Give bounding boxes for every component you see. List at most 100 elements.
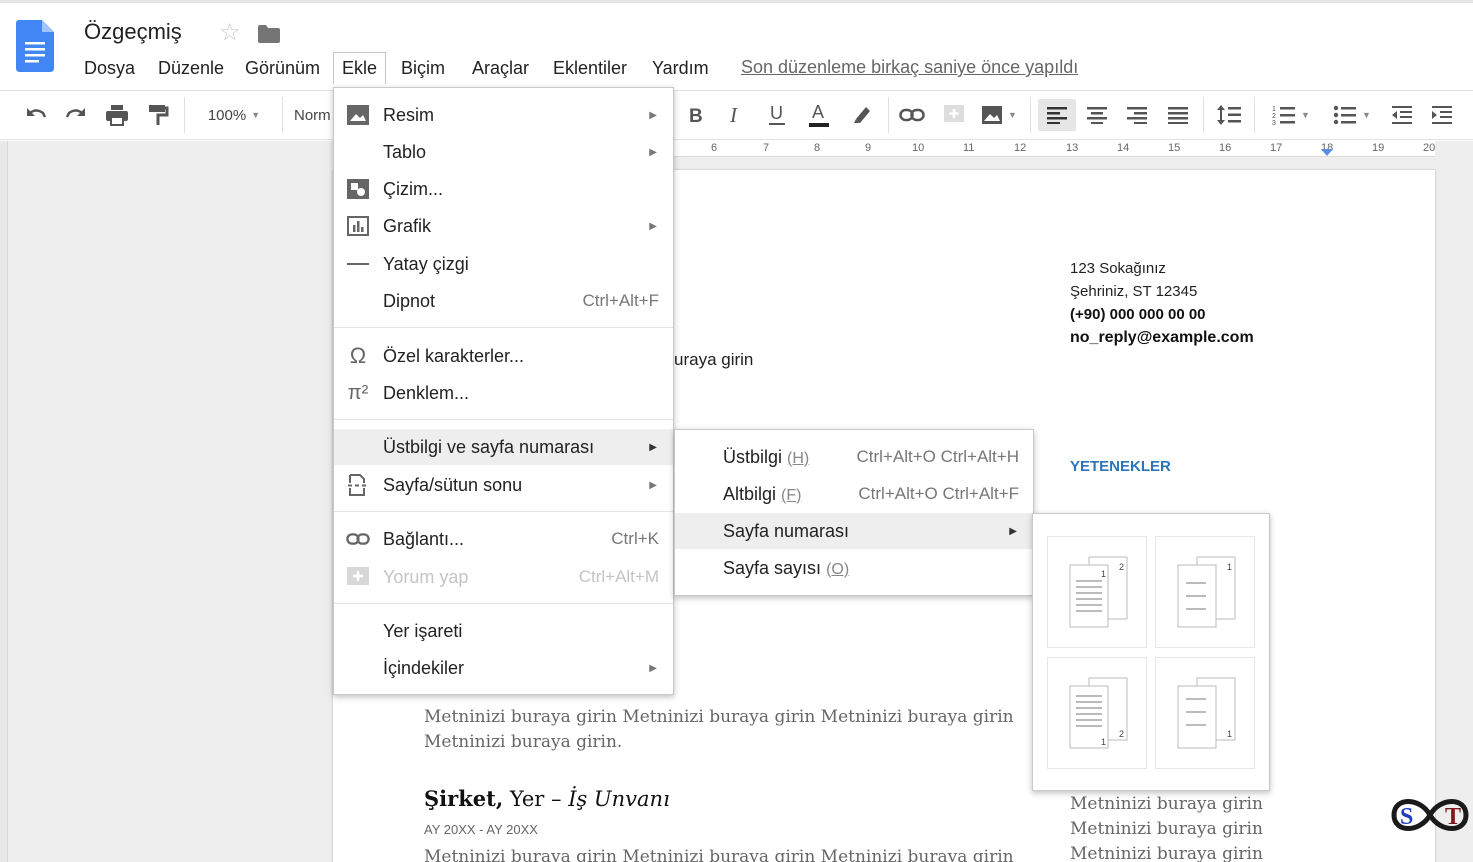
menu-item-label: Sayfa numarası (723, 520, 850, 541)
underline-icon[interactable]: U (761, 99, 793, 131)
menu-eklentiler[interactable]: Eklentiler (553, 56, 627, 80)
numbered-list-icon[interactable]: 1 2 3 ▼ (1262, 99, 1320, 131)
justify-icon[interactable] (1162, 99, 1194, 131)
google-docs-icon[interactable] (16, 20, 54, 72)
toolbar-separator (1203, 97, 1204, 133)
page-number-option-header-skip-first[interactable]: 1 (1155, 536, 1255, 648)
paint-format-icon[interactable] (142, 99, 174, 131)
page-number-option-header-all[interactable]: 2 1 (1047, 536, 1147, 648)
submenu-item-ustbilgi[interactable]: Üstbilgi (H) Ctrl+Alt+O Ctrl+Alt+H (675, 439, 1033, 475)
menu-item-shortcut: Ctrl+K (611, 529, 659, 548)
menu-item-baglanti[interactable]: Bağlantı... Ctrl+K (334, 521, 673, 557)
submenu-item-sayfa-sayisi[interactable]: Sayfa sayısı (O) (675, 550, 1033, 586)
menu-item-dipnot[interactable]: Dipnot Ctrl+Alt+F (334, 283, 673, 319)
menu-dosya[interactable]: Dosya (84, 56, 135, 80)
page-number-header-all-icon: 2 1 (1069, 556, 1128, 628)
menu-item-ozel-karakterler[interactable]: Ω Özel karakterler... (334, 338, 673, 374)
menu-item-sayfa-sutun-sonu[interactable]: Sayfa/sütun sonu ▶ (334, 467, 673, 503)
body-text: Metninizi buraya girin Metninizi buraya … (424, 847, 1014, 862)
menu-item-yer-isareti[interactable]: Yer işareti (334, 613, 673, 649)
menu-item-label: Üstbilgi ve sayfa numarası (383, 436, 595, 457)
highlight-icon[interactable] (846, 99, 878, 131)
bold-icon[interactable]: B (680, 99, 712, 131)
zoom-value: 100% (207, 106, 247, 124)
page-number-option-footer-skip-first[interactable]: 1 (1155, 657, 1255, 769)
italic-icon[interactable]: I (720, 99, 752, 131)
menu-item-tablo[interactable]: Tablo ▶ (334, 134, 673, 170)
ruler-label: 13 (1066, 142, 1079, 154)
page-number-option-footer-all[interactable]: 2 1 (1047, 657, 1147, 769)
menu-item-ustbilgi-ve-sayfa-numarasi[interactable]: Üstbilgi ve sayfa numarası ▶ (334, 429, 673, 465)
document-title[interactable]: Özgeçmiş (84, 19, 182, 45)
ruler-label: 16 (1219, 142, 1232, 154)
image-icon[interactable]: ▼ (976, 99, 1022, 131)
bulleted-list-icon[interactable]: ▼ (1323, 99, 1381, 131)
submenu-arrow-icon: ▶ (649, 220, 657, 232)
job-place: Yer (503, 787, 545, 811)
image-icon (346, 105, 370, 125)
align-left-icon[interactable] (1038, 99, 1076, 131)
submenu-arrow-icon: ▶ (1009, 525, 1017, 537)
folder-icon[interactable] (258, 25, 280, 43)
menu-item-resim[interactable]: Resim ▶ (334, 97, 673, 133)
svg-text:1: 1 (1227, 562, 1232, 572)
menu-yardim[interactable]: Yardım (652, 56, 709, 80)
right-body-text: Metninizi buraya girin (1070, 794, 1263, 814)
style-value: Norm (294, 106, 331, 124)
menu-duzenle[interactable]: Düzenle (158, 56, 224, 80)
menu-item-shortcut: Ctrl+Alt+F (582, 291, 659, 310)
decrease-indent-icon[interactable] (1386, 99, 1418, 131)
menu-item-icindekiler[interactable]: İçindekiler ▶ (334, 650, 673, 686)
svg-text:3: 3 (1272, 120, 1276, 126)
drawing-icon (346, 179, 370, 199)
right-indent-marker[interactable] (1321, 149, 1333, 156)
comment-icon[interactable] (938, 99, 970, 131)
line-spacing-icon[interactable] (1212, 99, 1246, 131)
undo-icon[interactable] (20, 99, 52, 131)
menu-araclar[interactable]: Araçlar (472, 56, 529, 80)
menu-item-label: İçindekiler (383, 657, 465, 678)
toolbar-separator (282, 97, 283, 133)
menu-item-grafik[interactable]: Grafik ▶ (334, 208, 673, 244)
last-edit-link[interactable]: Son düzenleme birkaç saniye önce yapıldı (741, 57, 1078, 78)
google-docs-window: Özgeçmiş ☆ Dosya Düzenle Görünüm Ekle Bi… (0, 0, 1473, 862)
ruler-label: 12 (1014, 142, 1027, 154)
menu-item-denklem[interactable]: π² Denklem... (334, 375, 673, 411)
pi-icon: π² (347, 381, 369, 404)
link-icon[interactable] (896, 99, 928, 131)
menu-item-cizim[interactable]: Çizim... (334, 171, 673, 207)
zoom-select[interactable]: 100% ▼ (196, 99, 272, 131)
toolbar-separator (184, 97, 185, 133)
ruler-label: 7 (763, 142, 770, 154)
horizontal-line-icon (346, 254, 370, 274)
text-color-icon[interactable]: A (803, 99, 835, 131)
style-select[interactable]: Norm (294, 99, 334, 131)
svg-text:B: B (689, 106, 703, 125)
toolbar: 100% ▼ Norm B I U A ▼ 1 2 3 ▼ ▼ (0, 90, 1473, 140)
align-right-icon[interactable] (1121, 99, 1153, 131)
menu-item-yatay-cizgi[interactable]: Yatay çizgi (334, 246, 673, 282)
redo-icon[interactable] (60, 99, 92, 131)
submenu-item-sayfa-numarasi[interactable]: Sayfa numarası ▶ (675, 513, 1033, 549)
svg-text:1: 1 (1101, 569, 1106, 579)
menu-ekle[interactable]: Ekle (333, 52, 387, 84)
menu-item-accesskey: (H) (787, 449, 810, 467)
menu-item-label: Sayfa/sütun sonu (383, 474, 523, 495)
toolbar-separator (1254, 97, 1255, 133)
align-center-icon[interactable] (1081, 99, 1113, 131)
ruler-label: 19 (1372, 142, 1385, 154)
submenu-arrow-icon: ▶ (649, 479, 657, 491)
increase-indent-icon[interactable] (1426, 99, 1458, 131)
menu-bicim[interactable]: Biçim (401, 56, 445, 80)
comment-add-icon (346, 567, 370, 587)
chevron-down-icon: ▼ (251, 110, 261, 120)
job-dash: – (544, 787, 569, 811)
submenu-item-altbilgi[interactable]: Altbilgi (F) Ctrl+Alt+O Ctrl+Alt+F (675, 476, 1033, 512)
print-icon[interactable] (101, 99, 133, 131)
job-heading: Şirket, Yer – İş Unvanı (424, 786, 670, 811)
menu-item-accesskey: (F) (781, 486, 802, 504)
ruler-label: 14 (1117, 142, 1130, 154)
menu-gorunum[interactable]: Görünüm (245, 56, 320, 80)
page-number-header-skip-first-icon: 1 (1177, 556, 1236, 628)
star-icon[interactable]: ☆ (219, 18, 241, 47)
